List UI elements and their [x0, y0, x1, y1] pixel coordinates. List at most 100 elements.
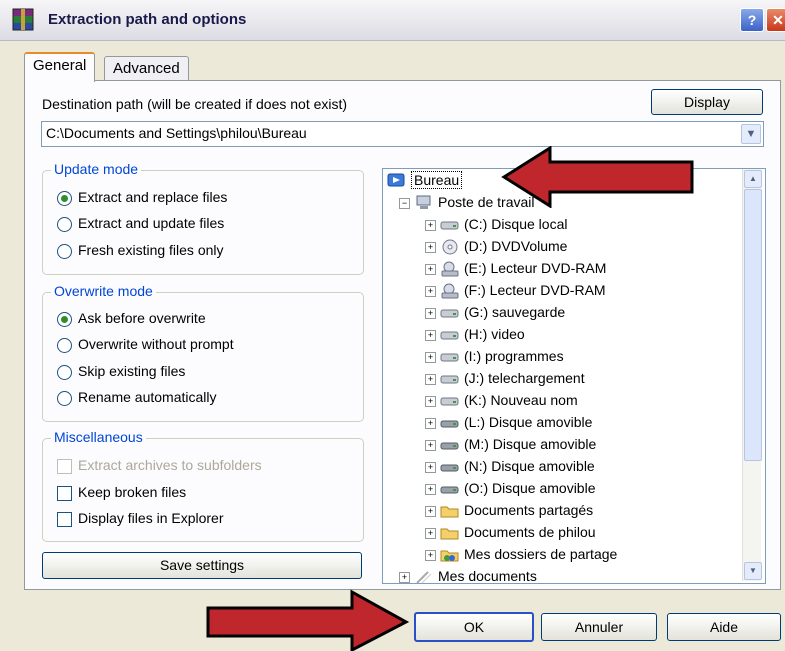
tree-label: Mes documents [438, 568, 537, 584]
expand-icon[interactable]: + [425, 263, 436, 275]
shared-folder-icon [440, 550, 459, 562]
expand-icon[interactable]: + [425, 439, 436, 451]
radio-label: Extract and update files [78, 215, 225, 231]
checkbox-display-in-explorer[interactable]: Display files in Explorer [57, 510, 224, 530]
destination-path-label: Destination path (will be created if doe… [42, 96, 348, 112]
tree-item[interactable]: + (D:) DVDVolume [425, 235, 567, 257]
expand-icon[interactable]: + [425, 219, 436, 231]
tree-label: (M:) Disque amovible [464, 436, 597, 452]
tree-item[interactable]: + (I:) programmes [425, 345, 564, 367]
tree-label: Mes dossiers de partage [464, 546, 618, 562]
expand-icon[interactable]: + [425, 461, 436, 473]
hard-drive-icon [440, 397, 459, 406]
radio-extract-update[interactable]: Extract and update files [57, 215, 224, 235]
tree-label: (I:) programmes [464, 348, 564, 364]
tree-item[interactable]: + (H:) video [425, 323, 525, 345]
radio-overwrite-without-prompt[interactable]: Overwrite without prompt [57, 336, 234, 356]
close-button[interactable]: ✕ [766, 8, 785, 32]
miscellaneous-group: Miscellaneous Extract archives to subfol… [42, 429, 364, 542]
arrow-to-ok-icon [206, 589, 410, 651]
checkbox-icon [57, 485, 72, 501]
expand-icon[interactable]: + [425, 241, 436, 253]
tree-scrollbar[interactable]: ▲ ▼ [742, 169, 762, 581]
help-button[interactable]: Aide [667, 613, 781, 641]
tree-label: (N:) Disque amovible [464, 458, 595, 474]
save-settings-button[interactable]: Save settings [42, 552, 362, 579]
tab-advanced[interactable]: Advanced [104, 56, 189, 81]
ok-button[interactable]: OK [414, 612, 534, 642]
expand-icon[interactable]: + [425, 373, 436, 385]
overwrite-mode-group: Overwrite mode Ask before overwrite Over… [42, 283, 364, 422]
expand-icon[interactable]: + [425, 285, 436, 297]
checkbox-icon [57, 458, 72, 474]
hard-drive-icon [440, 309, 459, 318]
tree-item[interactable]: + (F:) Lecteur DVD-RAM [425, 279, 606, 301]
computer-icon [416, 195, 431, 210]
cancel-button[interactable]: Annuler [541, 613, 657, 641]
tree-label: (E:) Lecteur DVD-RAM [464, 260, 607, 276]
radio-fresh-existing[interactable]: Fresh existing files only [57, 242, 224, 262]
tree-item[interactable]: + Documents partagés [425, 499, 593, 521]
tree-item[interactable]: + (E:) Lecteur DVD-RAM [425, 257, 606, 279]
tree-item[interactable]: + (L:) Disque amovible [425, 411, 592, 433]
expand-icon[interactable]: + [425, 483, 436, 495]
expand-icon[interactable]: + [425, 527, 436, 539]
tree-item[interactable]: + (M:) Disque amovible [425, 433, 596, 455]
scroll-up-icon[interactable]: ▲ [744, 170, 762, 188]
hard-drive-icon [440, 221, 459, 230]
tree-item[interactable]: + (N:) Disque amovible [425, 455, 595, 477]
chevron-down-icon[interactable]: ▼ [741, 124, 761, 144]
checkbox-icon [57, 511, 72, 527]
title-bar[interactable]: Extraction path and options ? ✕ [0, 0, 785, 41]
folder-icon [440, 506, 459, 518]
tree-item[interactable]: + (J:) telechargement [425, 367, 585, 389]
tree-item[interactable]: + (C:) Disque local [425, 213, 567, 235]
checkbox-keep-broken-files[interactable]: Keep broken files [57, 484, 186, 504]
tree-item[interactable]: + (G:) sauvegarde [425, 301, 565, 323]
miscellaneous-title: Miscellaneous [51, 429, 146, 445]
removable-drive-icon [440, 464, 459, 472]
radio-rename-automatically[interactable]: Rename automatically [57, 389, 217, 409]
expand-icon[interactable]: + [425, 417, 436, 429]
folder-tree[interactable]: Bureau − Poste de travail + (C:) Disque lo… [382, 168, 766, 584]
radio-extract-replace[interactable]: Extract and replace files [57, 189, 227, 209]
tab-general[interactable]: General [24, 52, 96, 82]
radio-label: Fresh existing files only [78, 242, 224, 258]
tree-item[interactable]: + Documents de philou [425, 521, 596, 543]
expand-icon[interactable]: + [425, 351, 436, 363]
tree-item[interactable]: + (K:) Nouveau nom [425, 389, 578, 411]
radio-label: Extract and replace files [78, 189, 228, 205]
tree-label: (D:) DVDVolume [464, 238, 568, 254]
radio-ask-before-overwrite[interactable]: Ask before overwrite [57, 310, 206, 330]
scroll-thumb[interactable] [744, 189, 762, 461]
expand-icon[interactable]: + [425, 329, 436, 341]
scroll-down-icon[interactable]: ▼ [744, 562, 762, 580]
hard-drive-icon [440, 375, 459, 384]
tree-label: Documents de philou [464, 524, 596, 540]
update-mode-group: Update mode Extract and replace files Ex… [42, 161, 364, 275]
tree-item[interactable]: + Mes dossiers de partage [425, 543, 617, 565]
hard-drive-icon [440, 331, 459, 340]
tree-label: (F:) Lecteur DVD-RAM [464, 282, 606, 298]
expand-icon[interactable]: + [425, 549, 436, 561]
expand-icon[interactable]: + [399, 571, 410, 583]
tree-item[interactable]: + (O:) Disque amovible [425, 477, 596, 499]
expand-icon[interactable]: + [425, 307, 436, 319]
display-button[interactable]: Display [651, 89, 763, 115]
tree-label: (J:) telechargement [464, 370, 585, 386]
tree-item-mes-documents[interactable]: + Mes documents [399, 565, 537, 584]
radio-button-icon [57, 364, 72, 380]
destination-path-value: C:\Documents and Settings\philou\Bureau [46, 125, 307, 141]
expand-icon[interactable]: + [425, 395, 436, 407]
radio-skip-existing[interactable]: Skip existing files [57, 363, 185, 383]
tree-label: Documents partagés [464, 502, 594, 518]
help-title-button[interactable]: ? [740, 8, 764, 32]
collapse-icon[interactable]: − [399, 197, 410, 209]
tree-item-bureau[interactable]: Bureau [387, 169, 463, 191]
checkbox-extract-subfolders: Extract archives to subfolders [57, 457, 262, 477]
radio-label: Skip existing files [78, 363, 186, 379]
removable-drive-icon [440, 486, 459, 494]
destination-path-combo[interactable]: C:\Documents and Settings\philou\Bureau … [41, 121, 764, 147]
expand-icon[interactable]: + [425, 505, 436, 517]
dialog-window: Extraction path and options ? ✕ General … [0, 0, 785, 651]
